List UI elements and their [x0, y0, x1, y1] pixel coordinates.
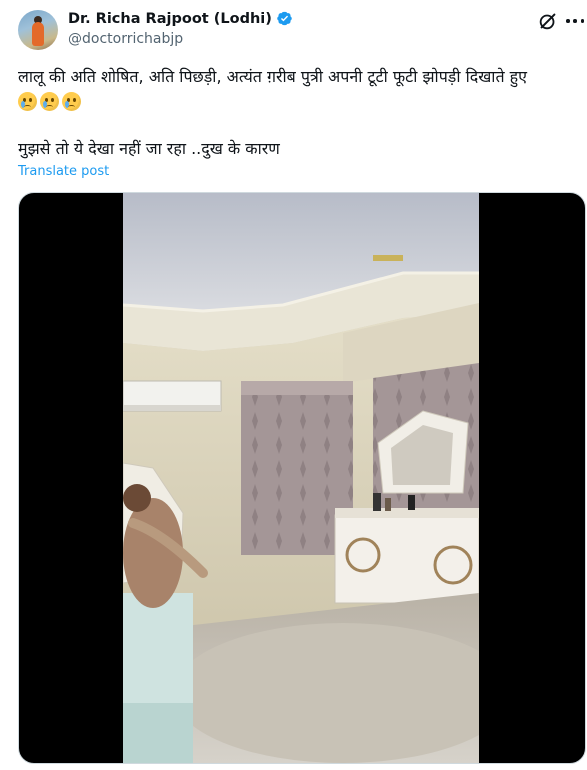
avatar-figure-body — [32, 22, 44, 46]
tweet-video[interactable] — [18, 192, 586, 764]
tweet-text-line1: लालू की अति शोषित, अति पिछड़ी, अत्यंत ग़… — [18, 67, 527, 86]
translate-post-link[interactable]: Translate post — [18, 164, 109, 179]
author-handle[interactable]: @doctorrichabjp — [68, 31, 183, 47]
more-options-icon[interactable] — [566, 10, 584, 32]
crying-face-emoji — [18, 92, 37, 111]
tweet-emojis — [18, 92, 81, 111]
author-name-row: Dr. Richa Rajpoot (Lodhi) — [68, 10, 293, 27]
tweet-text-line2: मुझसे तो ये देखा नहीं जा रहा ..दुख के का… — [18, 139, 280, 158]
author-display-name[interactable]: Dr. Richa Rajpoot (Lodhi) — [68, 11, 272, 27]
video-frame — [123, 193, 479, 763]
verified-badge-icon — [277, 11, 292, 26]
video-frame-scene — [123, 193, 479, 763]
crying-face-emoji — [62, 92, 81, 111]
author-avatar[interactable] — [18, 10, 58, 50]
crying-face-emoji — [40, 92, 59, 111]
grok-icon[interactable] — [537, 10, 559, 32]
